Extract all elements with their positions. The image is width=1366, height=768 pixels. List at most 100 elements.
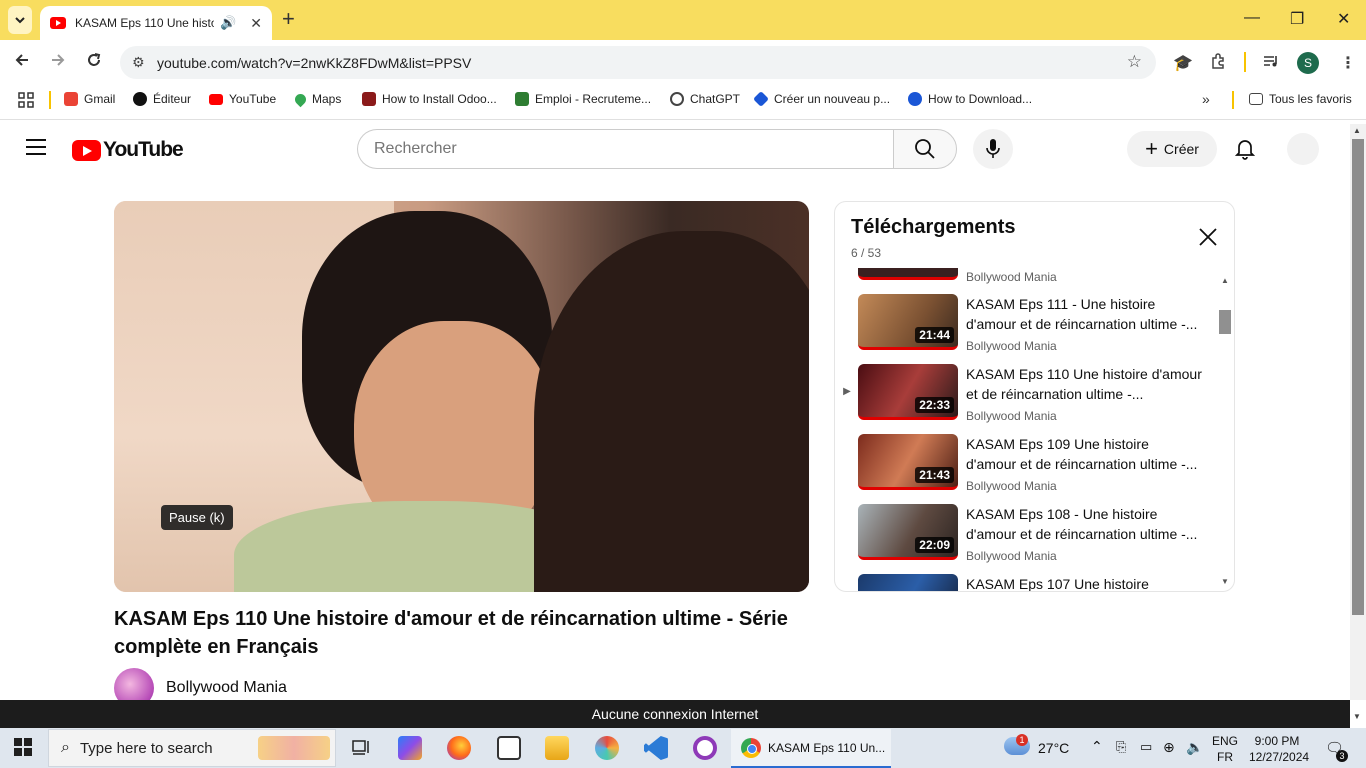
- password-manager-icon[interactable]: 🎓: [1173, 53, 1193, 73]
- bookmark-creer[interactable]: Créer un nouveau p...: [753, 91, 890, 107]
- playlist-item-partial[interactable]: KASAM Eps 107 Une histoire: [841, 574, 1211, 591]
- video-thumbnail: [858, 574, 958, 591]
- playlist-item[interactable]: 22:09 KASAM Eps 108 - Une histoire d'amo…: [841, 504, 1211, 574]
- download-site-icon: [908, 92, 922, 106]
- calendar-app-icon[interactable]: [497, 736, 521, 760]
- channel-name[interactable]: Bollywood Mania: [166, 679, 287, 697]
- scroll-up-arrow-icon[interactable]: ▲: [1221, 276, 1229, 285]
- editor-icon: [133, 92, 147, 106]
- bookmark-editeur[interactable]: Éditeur: [133, 92, 191, 106]
- bookmark-odoo[interactable]: How to Install Odoo...: [362, 92, 497, 106]
- tab-search-button[interactable]: [8, 6, 32, 34]
- bookmark-chatgpt[interactable]: ChatGPT: [670, 92, 740, 106]
- firefox-icon[interactable]: [447, 736, 471, 760]
- close-tab-icon[interactable]: ✕: [250, 15, 262, 32]
- playlist-item-partial-channel: Bollywood Mania: [966, 270, 1057, 284]
- scroll-down-arrow-icon[interactable]: ▼: [1221, 577, 1229, 586]
- all-bookmarks-folder[interactable]: Tous les favoris: [1249, 92, 1352, 106]
- gmail-icon: [64, 92, 78, 106]
- page-scroll-up-icon[interactable]: ▲: [1353, 126, 1361, 135]
- search-input[interactable]: [358, 130, 894, 168]
- bookmark-star-icon[interactable]: ☆: [1127, 52, 1142, 72]
- playlist-item[interactable]: 21:44 KASAM Eps 111 - Une histoire d'amo…: [841, 294, 1211, 364]
- new-tab-button[interactable]: +: [282, 8, 295, 30]
- hamburger-menu-icon[interactable]: [26, 139, 46, 155]
- battery-icon[interactable]: ▭: [1140, 739, 1152, 755]
- playlist-item-title: KASAM Eps 107 Une histoire: [966, 576, 1149, 591]
- search-box[interactable]: [357, 129, 894, 169]
- chrome-icon: [741, 737, 761, 758]
- weather-temp[interactable]: 27°C: [1038, 740, 1069, 756]
- maps-pin-icon: [292, 91, 309, 107]
- more-bookmarks-icon[interactable]: »: [1202, 91, 1210, 107]
- back-button[interactable]: [14, 52, 30, 73]
- emploi-site-icon: [515, 92, 529, 106]
- extensions-icon[interactable]: [1210, 53, 1226, 74]
- close-window-button[interactable]: ✕: [1337, 9, 1350, 29]
- reload-button[interactable]: [86, 52, 102, 73]
- notifications-bell-icon[interactable]: [1234, 138, 1256, 165]
- taskbar-chrome-window[interactable]: KASAM Eps 110 Un...: [731, 729, 891, 768]
- playlist-item-current[interactable]: ▶ 22:33 KASAM Eps 110 Une histoire d'amo…: [841, 364, 1211, 434]
- create-button[interactable]: + Créer: [1127, 131, 1217, 167]
- site-info-icon[interactable]: ⚙: [132, 54, 145, 71]
- duration-badge: 21:43: [915, 467, 954, 483]
- bookmark-gmail[interactable]: Gmail: [64, 92, 115, 106]
- file-explorer-icon[interactable]: [545, 736, 569, 760]
- youtube-favicon-icon: [50, 17, 66, 29]
- minimize-button[interactable]: —: [1244, 9, 1260, 27]
- copilot-icon[interactable]: [398, 736, 422, 760]
- arrow-right-icon: [52, 54, 65, 66]
- paint-app-icon[interactable]: [595, 736, 619, 760]
- video-thumbnail: 22:09: [858, 504, 958, 560]
- playlist-title[interactable]: Téléchargements: [851, 216, 1016, 239]
- close-icon[interactable]: [1196, 225, 1220, 249]
- bookmarks-divider: [49, 91, 51, 109]
- tray-chevron-up-icon[interactable]: ⌃: [1091, 738, 1103, 755]
- page-scrollbar-thumb[interactable]: [1352, 139, 1364, 615]
- forward-button[interactable]: [50, 52, 66, 73]
- profile-avatar[interactable]: S: [1297, 52, 1319, 74]
- meet-now-icon[interactable]: ⎘: [1116, 739, 1126, 755]
- video-thumbnail: 21:44: [858, 294, 958, 350]
- media-controls-icon[interactable]: [1263, 53, 1279, 74]
- voice-search-button[interactable]: [973, 129, 1013, 169]
- youtube-logo[interactable]: YouTube: [72, 138, 184, 162]
- bookmarks-divider-2: [1232, 91, 1234, 109]
- bookmark-maps[interactable]: Maps: [292, 91, 341, 107]
- page-scroll-down-icon[interactable]: ▼: [1353, 712, 1361, 721]
- taskbar-search-placeholder: Type here to search: [79, 739, 213, 757]
- input-language[interactable]: ENG FR: [1212, 733, 1238, 765]
- playlist-item[interactable]: 21:43 KASAM Eps 109 Une histoire d'amour…: [841, 434, 1211, 504]
- now-playing-icon: ▶: [843, 386, 851, 397]
- task-view-icon[interactable]: [350, 736, 374, 760]
- network-globe-icon[interactable]: ⊕: [1163, 739, 1175, 756]
- playlist-item-title: KASAM Eps 109 Une histoire d'amour et de…: [966, 436, 1198, 472]
- odoo-site-icon: [362, 92, 376, 106]
- toolbar-divider: [1244, 52, 1246, 72]
- browser-tab-active[interactable]: KASAM Eps 110 Une histoire d'amour et de…: [40, 6, 272, 40]
- media-app-icon[interactable]: [693, 736, 717, 760]
- bookmark-how-to-download[interactable]: How to Download...: [908, 92, 1032, 106]
- video-thumbnail: 21:43: [858, 434, 958, 490]
- duration-badge: 21:44: [915, 327, 954, 343]
- search-highlight-icon[interactable]: [258, 736, 330, 760]
- volume-icon[interactable]: 🔈: [1186, 739, 1203, 756]
- playlist-item-partial-thumbnail[interactable]: [858, 268, 958, 280]
- bookmark-youtube[interactable]: YouTube: [209, 92, 276, 106]
- notification-count-badge: 3: [1336, 750, 1348, 762]
- more-menu-icon[interactable]: ⋮: [1340, 53, 1356, 73]
- speaker-icon[interactable]: 🔊: [220, 15, 236, 31]
- search-button[interactable]: [893, 129, 957, 169]
- video-player[interactable]: [114, 201, 809, 592]
- apps-grid-icon[interactable]: [18, 92, 34, 113]
- bookmark-emploi[interactable]: Emploi - Recruteme...: [515, 92, 651, 106]
- chatgpt-icon: [670, 92, 684, 106]
- address-bar[interactable]: ⚙ youtube.com/watch?v=2nwKkZ8FDwM&list=P…: [120, 46, 1156, 79]
- playlist-scrollbar-thumb[interactable]: [1219, 310, 1231, 334]
- taskbar-clock[interactable]: 9:00 PM 12/27/2024: [1249, 733, 1309, 765]
- windows-start-icon[interactable]: [14, 738, 32, 756]
- restore-button[interactable]: ❐: [1290, 9, 1304, 29]
- account-avatar[interactable]: [1287, 133, 1319, 165]
- tab-title: KASAM Eps 110 Une histoire d'amour et de…: [75, 16, 214, 30]
